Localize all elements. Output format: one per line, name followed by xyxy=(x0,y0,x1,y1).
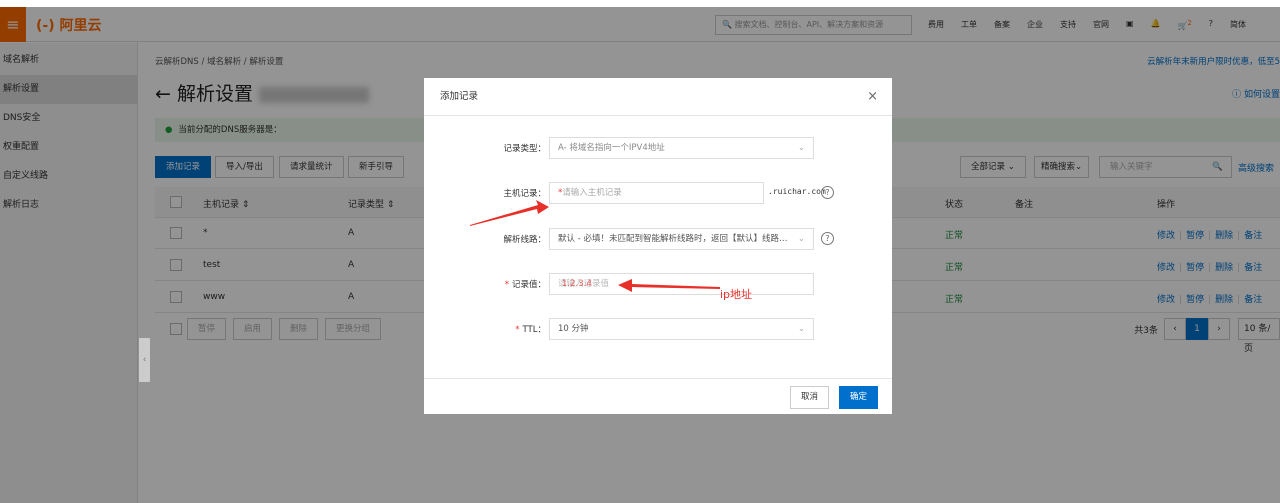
arrow-to-host xyxy=(470,200,549,226)
ip-annotation-label: ip地址 xyxy=(720,288,753,301)
annotation-arrows xyxy=(470,200,720,292)
arrow-to-value xyxy=(618,279,720,292)
